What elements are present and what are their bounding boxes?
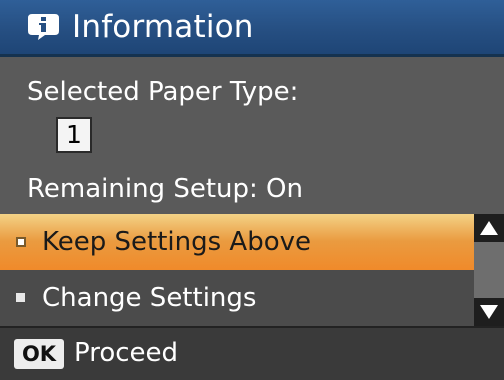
footer-bar: OK Proceed	[0, 326, 504, 380]
triangle-up-icon	[480, 221, 498, 235]
dialog-title: Information	[72, 9, 254, 45]
remaining-setup-status: Remaining Setup: On	[27, 174, 303, 204]
paper-type-label: Selected Paper Type:	[27, 77, 299, 107]
triangle-down-icon	[480, 305, 498, 319]
bullet-icon	[16, 237, 26, 247]
ok-button[interactable]: OK	[14, 339, 64, 369]
option-menu: Keep Settings Above Change Settings	[0, 214, 504, 326]
paper-type-value: 1	[56, 117, 92, 153]
menu-scrollbar[interactable]	[474, 214, 504, 326]
menu-item-label: Keep Settings Above	[42, 227, 312, 257]
menu-item-keep-settings[interactable]: Keep Settings Above	[0, 214, 474, 270]
bullet-icon	[16, 293, 25, 302]
scroll-thumb[interactable]	[474, 242, 504, 298]
menu-item-label: Change Settings	[42, 283, 257, 313]
printer-panel-screen: Information Selected Paper Type: 1 Remai…	[0, 0, 504, 380]
scroll-down-button[interactable]	[474, 298, 504, 326]
info-content: Selected Paper Type: 1 Remaining Setup: …	[0, 57, 504, 211]
title-bar: Information	[0, 0, 504, 57]
info-icon	[28, 14, 59, 40]
menu-item-change-settings[interactable]: Change Settings	[0, 270, 474, 326]
proceed-label: Proceed	[74, 338, 179, 368]
scroll-up-button[interactable]	[474, 214, 504, 242]
